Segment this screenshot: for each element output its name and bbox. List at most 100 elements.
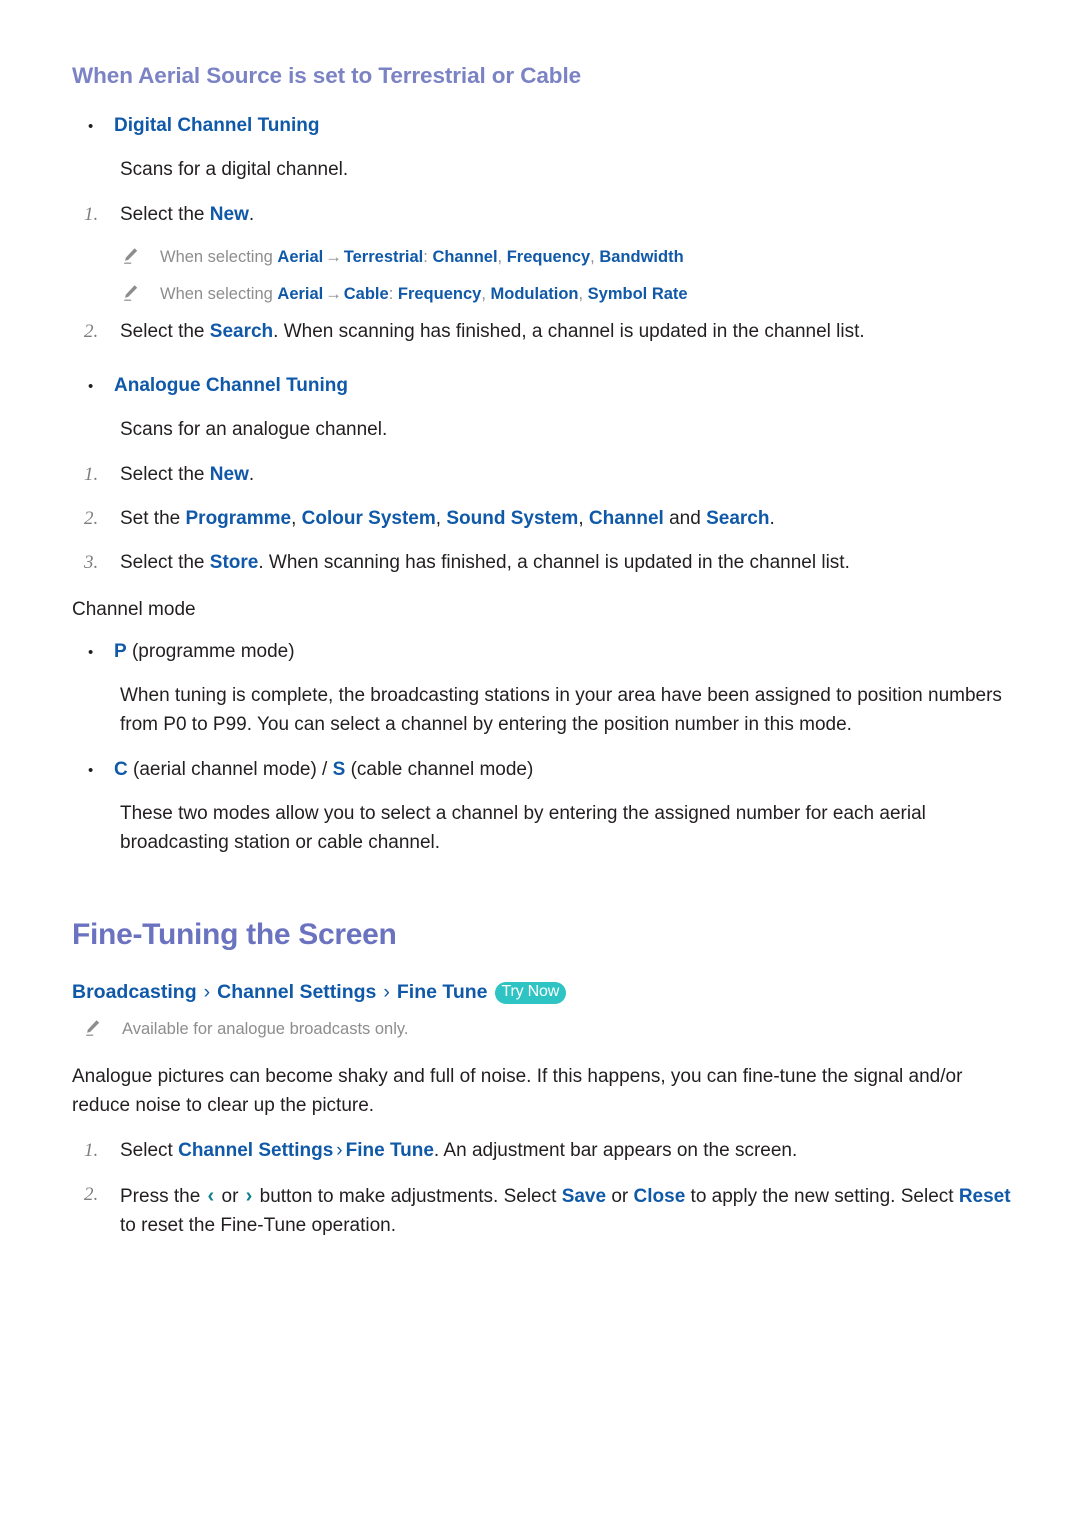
chevron-right-icon: › — [383, 981, 390, 1004]
step-marker: 1. — [84, 463, 99, 485]
step-marker: 2. — [84, 1184, 99, 1206]
breadcrumb: Broadcasting › Channel Settings › Fine T… — [72, 979, 1020, 1006]
fine-tune-step-1: 1. Select Channel Settings › Fine Tune. An… — [72, 1137, 1020, 1166]
step-text: Select the New. — [120, 461, 1020, 490]
fine-tune-step-2: 2. Press the ‹ or › button to make adjus… — [72, 1181, 1020, 1241]
step-marker: 3. — [84, 551, 99, 573]
analogue-channel-tuning-label[interactable]: Analogue Channel Tuning — [114, 372, 1020, 401]
term-bandwidth[interactable]: Bandwidth — [599, 248, 683, 266]
link-save[interactable]: Save — [562, 1186, 606, 1207]
note-text: Available for analogue broadcasts only. — [122, 1019, 409, 1038]
bullet-mode-c-s: C (aerial channel mode) / S (cable chann… — [72, 756, 1020, 785]
mode-s-desc: (cable channel mode) — [345, 758, 534, 780]
link-store[interactable]: Store — [210, 552, 259, 573]
term-frequency[interactable]: Frequency — [398, 285, 481, 303]
chevron-left-icon[interactable]: ‹ — [206, 1185, 217, 1207]
term-channel[interactable]: Channel — [432, 248, 497, 266]
step-prefix: Select the — [120, 321, 210, 343]
analogue-step-1: 1. Select the New. — [72, 461, 1020, 490]
pencil-icon — [122, 282, 160, 302]
link-new[interactable]: New — [210, 464, 249, 485]
analogue-description: Scans for an analogue channel. — [120, 419, 388, 440]
step-suffix: . — [248, 463, 255, 485]
note-text: When selecting Aerial → Terrestrial: Chann… — [160, 245, 1020, 270]
digital-step-1: 1. Select the New. — [72, 201, 1020, 230]
link-channel-settings[interactable]: Channel Settings — [178, 1140, 333, 1161]
step-marker: 1. — [84, 1140, 99, 1162]
sep-3: , — [578, 507, 589, 529]
code-s: S — [332, 758, 346, 780]
breadcrumb-item-fine-tune[interactable]: Fine Tune — [397, 979, 488, 1006]
link-sound-system[interactable]: Sound System — [446, 508, 578, 529]
term-terrestrial[interactable]: Terrestrial — [344, 248, 424, 266]
link-colour-system[interactable]: Colour System — [302, 508, 436, 529]
term-modulation[interactable]: Modulation — [491, 285, 579, 303]
step-marker: 2. — [84, 321, 99, 343]
mode-p-text: P (programme mode) — [114, 638, 1020, 667]
digital-description: Scans for a digital channel. — [120, 159, 349, 180]
note-sep-1: , — [481, 284, 491, 303]
term-aerial[interactable]: Aerial — [277, 285, 323, 303]
sep-2: , — [435, 507, 447, 529]
step-part-1: Press the — [120, 1186, 206, 1208]
bullet-analogue-channel-tuning: Analogue Channel Tuning — [72, 372, 1020, 401]
note-terrestrial: When selecting Aerial → Terrestrial: Chann… — [72, 245, 1020, 270]
step-text: Set the Programme, Colour System, Sound … — [120, 505, 1020, 534]
pencil-icon — [122, 245, 160, 265]
link-search[interactable]: Search — [706, 508, 769, 529]
step-part-6: to reset the Fine-Tune operation. — [120, 1214, 397, 1236]
code-p: P — [114, 641, 127, 663]
term-cable[interactable]: Cable — [344, 285, 389, 303]
step-part-3: button to make adjustments. Select — [254, 1186, 562, 1208]
link-reset[interactable]: Reset — [959, 1186, 1011, 1207]
link-new[interactable]: New — [210, 204, 249, 225]
step-text: Select the New. — [120, 201, 1020, 230]
fine-tuning-intro: Analogue pictures can become shaky and f… — [72, 1066, 963, 1117]
bullet-mode-p: P (programme mode) — [72, 638, 1020, 667]
note-sep-1: , — [497, 247, 507, 266]
bullet-dot-icon — [88, 112, 114, 141]
step-text: Select the Store. When scanning has fini… — [120, 549, 1020, 578]
page-title: Fine-Tuning the Screen — [72, 918, 397, 952]
link-programme[interactable]: Programme — [186, 508, 292, 529]
note-cable: When selecting Aerial → Cable: Frequency, … — [72, 282, 1020, 307]
term-frequency[interactable]: Frequency — [507, 248, 590, 266]
step-text: Press the ‹ or › button to make adjustme… — [120, 1181, 1020, 1241]
step-suffix: . When scanning has finished, a channel … — [258, 551, 850, 573]
note-sep-2: , — [590, 247, 600, 266]
breadcrumb-item-broadcasting[interactable]: Broadcasting — [72, 979, 197, 1006]
step-suffix: . — [248, 203, 255, 225]
note-lead: When selecting — [160, 284, 278, 303]
bullet-dot-icon — [88, 756, 114, 785]
step-suffix: . An adjustment bar appears on the scree… — [433, 1140, 798, 1162]
step-suffix: . When scanning has finished, a channel … — [273, 321, 865, 343]
chevron-right-icon: › — [203, 981, 211, 1004]
analogue-step-2: 2. Set the Programme, Colour System, Sou… — [72, 505, 1020, 534]
step-prefix: Select the — [120, 463, 210, 485]
digital-channel-tuning-label[interactable]: Digital Channel Tuning — [114, 112, 1020, 141]
term-symbol-rate[interactable]: Symbol Rate — [588, 285, 688, 303]
step-suffix: . — [769, 507, 775, 529]
link-search[interactable]: Search — [210, 321, 273, 342]
link-channel[interactable]: Channel — [589, 508, 664, 529]
step-part-5: to apply the new setting. Select — [685, 1186, 959, 1208]
note-text: When selecting Aerial → Cable: Frequency, … — [160, 282, 1020, 307]
mode-cs-text: C (aerial channel mode) / S (cable chann… — [114, 756, 1020, 785]
try-now-badge[interactable]: Try Now — [494, 981, 567, 1005]
chevron-right-icon[interactable]: › — [244, 1185, 255, 1207]
link-fine-tune[interactable]: Fine Tune — [346, 1140, 434, 1161]
step-marker: 2. — [84, 507, 99, 529]
term-aerial[interactable]: Aerial — [277, 248, 323, 266]
step-prefix: Select — [120, 1140, 179, 1162]
mode-c-desc: (aerial channel mode) / — [127, 758, 333, 780]
step-text: Select the Search. When scanning has fin… — [120, 318, 1020, 347]
step-prefix: Set the — [120, 507, 186, 529]
chevron-right-icon: › — [336, 1140, 343, 1162]
sep-1: , — [291, 507, 302, 529]
arrow-icon: → — [325, 284, 342, 303]
link-close[interactable]: Close — [634, 1186, 686, 1207]
step-marker: 1. — [84, 203, 99, 225]
conjunction: and — [663, 507, 707, 529]
breadcrumb-item-channel-settings[interactable]: Channel Settings — [217, 979, 376, 1006]
code-c: C — [114, 758, 128, 780]
